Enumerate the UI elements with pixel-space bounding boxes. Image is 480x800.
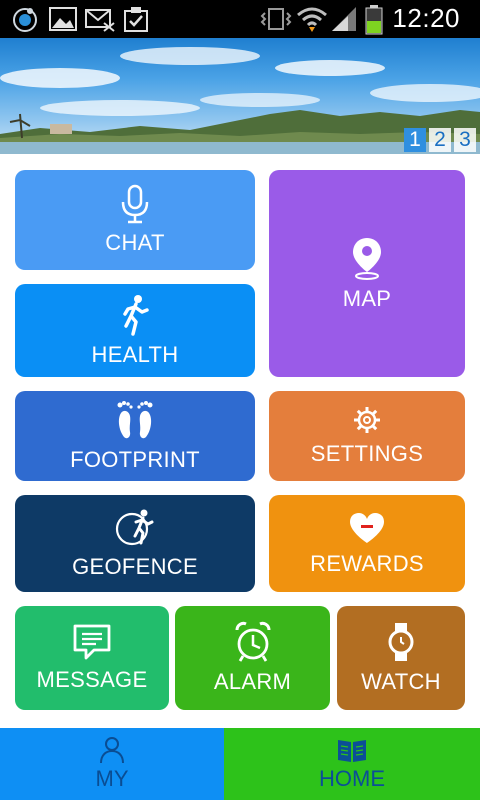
geofence-tile[interactable]: GEOFENCE <box>15 495 255 592</box>
person-icon <box>100 737 124 764</box>
chat-label: CHAT <box>105 230 165 255</box>
battery-icon <box>365 5 383 35</box>
clipboard-check-icon <box>124 7 148 32</box>
missed-mail-icon <box>85 9 115 32</box>
microphone-icon <box>121 184 149 224</box>
map-tile[interactable]: MAP <box>269 170 465 377</box>
pager-dot-1[interactable]: 1 <box>404 128 426 152</box>
rewards-tile[interactable]: REWARDS <box>269 495 465 592</box>
pager-dot-3[interactable]: 3 <box>454 128 476 152</box>
settings-tile[interactable]: SETTINGS <box>269 391 465 481</box>
geofence-runner-icon <box>115 509 154 545</box>
banner-carousel[interactable]: 1 2 3 <box>0 38 480 154</box>
pager-dot-2[interactable]: 2 <box>429 128 451 152</box>
open-book-icon <box>338 740 366 762</box>
wifi-icon <box>297 7 327 32</box>
map-label: MAP <box>342 285 392 311</box>
nav-home-tab[interactable]: HOME <box>224 728 480 800</box>
geofence-label: GEOFENCE <box>72 553 198 579</box>
running-person-icon <box>123 294 149 336</box>
heart-icon <box>350 512 384 543</box>
watch-tile[interactable]: WATCH <box>337 606 465 710</box>
health-tile[interactable]: HEALTH <box>15 284 255 377</box>
rewards-label: REWARDS <box>310 550 424 576</box>
bottom-nav: MY HOME <box>0 728 480 800</box>
nav-my-tab[interactable]: MY <box>0 728 224 800</box>
footprint-tile[interactable]: FOOTPRINT <box>15 391 255 481</box>
settings-label: SETTINGS <box>310 441 424 466</box>
signal-icon <box>332 7 356 31</box>
status-bar: 12:20 <box>0 0 480 38</box>
banner-pager: 1 2 3 <box>404 128 476 152</box>
footprint-label: FOOTPRINT <box>70 447 200 472</box>
app-icon <box>13 8 37 32</box>
alarm-clock-icon <box>235 621 270 662</box>
nav-home-label: HOME <box>319 766 385 791</box>
watch-label: WATCH <box>361 669 441 694</box>
chat-bubble-icon <box>73 624 111 660</box>
gallery-icon <box>49 7 77 31</box>
footprints-icon <box>117 401 153 439</box>
chat-tile[interactable]: CHAT <box>15 170 255 270</box>
alarm-label: ALARM <box>213 669 292 694</box>
alarm-tile[interactable]: ALARM <box>175 606 330 710</box>
watch-icon <box>388 623 414 661</box>
gear-icon <box>354 407 380 433</box>
location-pin-icon <box>353 237 381 280</box>
message-label: MESSAGE <box>36 667 148 692</box>
health-label: HEALTH <box>91 341 179 367</box>
vibrate-icon <box>260 8 292 30</box>
nav-my-label: MY <box>95 766 129 791</box>
clock: 12:20 <box>392 3 460 33</box>
message-tile[interactable]: MESSAGE <box>15 606 169 710</box>
